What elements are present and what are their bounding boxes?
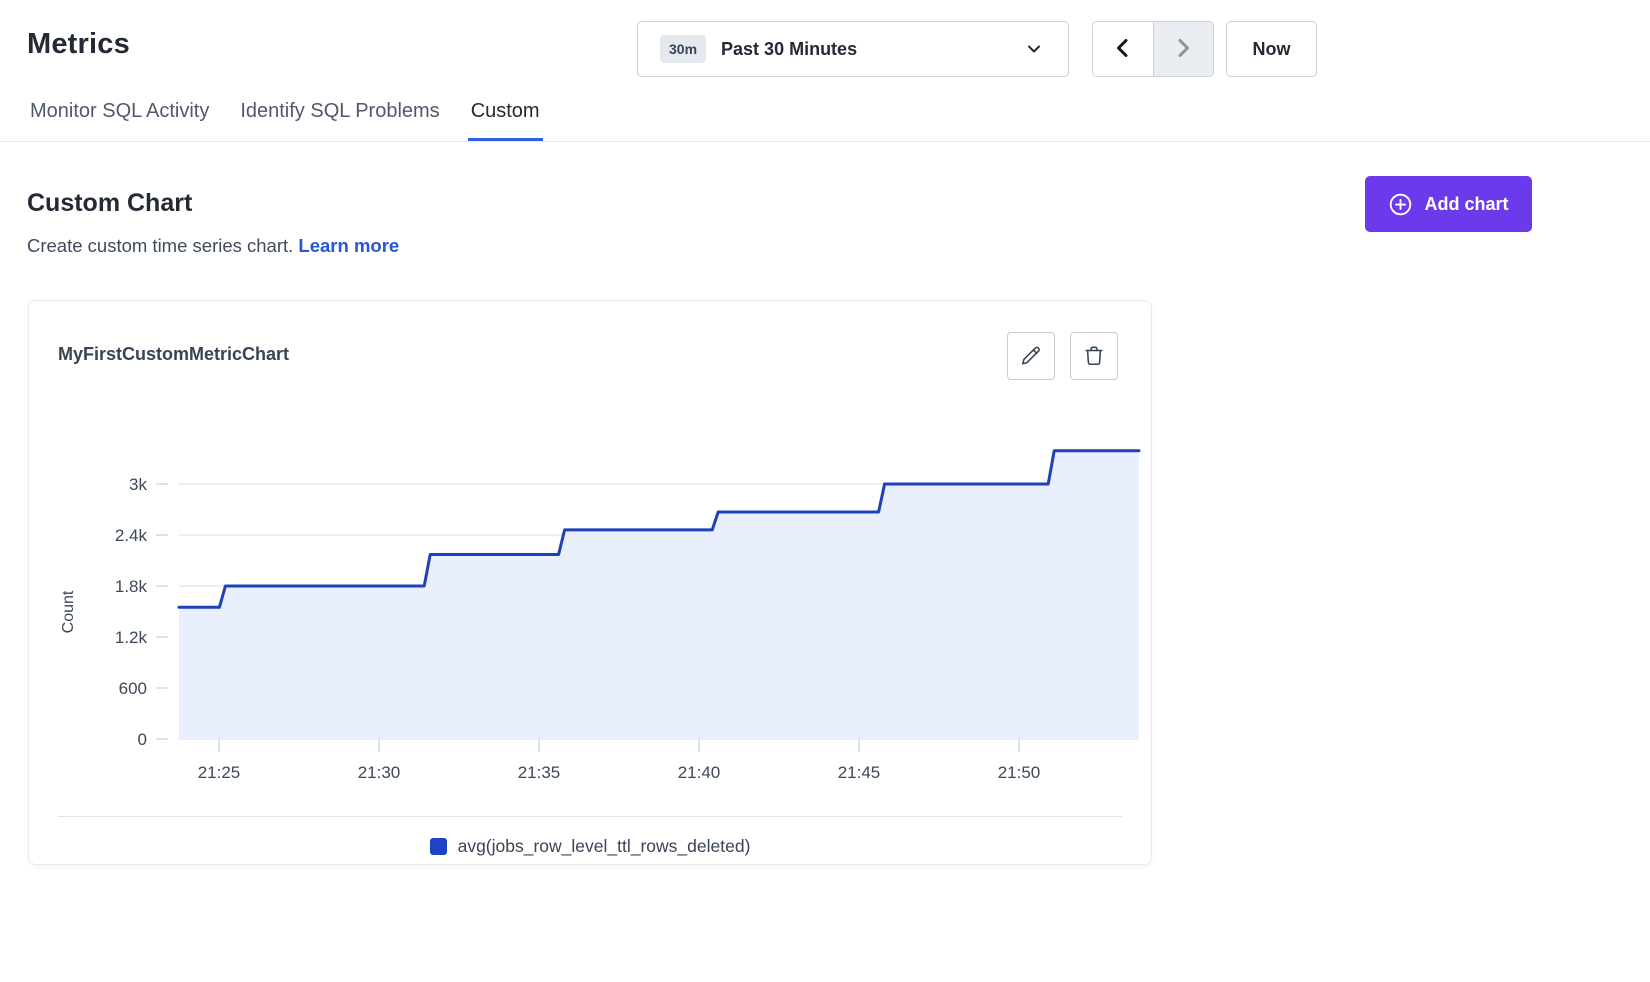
pencil-icon <box>1020 345 1042 367</box>
section-description: Create custom time series chart. Learn m… <box>27 235 1650 257</box>
top-bar: Metrics 30m Past 30 Minutes Now Monitor <box>0 0 1650 142</box>
tab-bar: Monitor SQL Activity Identify SQL Proble… <box>0 100 1650 142</box>
svg-text:21:40: 21:40 <box>678 763 721 782</box>
custom-chart-card: MyFirstCustomMetricChart 0 600 1.2k 1.8k 2.4… <box>28 300 1152 865</box>
page-title: Metrics <box>27 28 130 61</box>
time-range-label: Past 30 Minutes <box>721 39 857 60</box>
time-range-badge: 30m <box>660 35 706 63</box>
svg-text:21:45: 21:45 <box>838 763 881 782</box>
legend-swatch <box>430 838 447 855</box>
section-description-text: Create custom time series chart. <box>27 235 293 256</box>
tab-identify-sql-problems[interactable]: Identify SQL Problems <box>237 100 442 141</box>
svg-text:Count: Count <box>60 590 77 633</box>
custom-chart-section: Custom Chart Create custom time series c… <box>0 142 1650 257</box>
prev-interval-button[interactable] <box>1093 22 1153 76</box>
svg-text:21:50: 21:50 <box>998 763 1041 782</box>
chart-card-header: MyFirstCustomMetricChart <box>29 301 1151 380</box>
chart-title: MyFirstCustomMetricChart <box>58 332 289 365</box>
legend-label: avg(jobs_row_level_ttl_rows_deleted) <box>458 836 751 857</box>
time-range-select[interactable]: 30m Past 30 Minutes <box>637 21 1069 77</box>
time-nav-group <box>1092 21 1214 77</box>
svg-text:1.2k: 1.2k <box>115 628 148 647</box>
custom-metric-chart-svg: 0 600 1.2k 1.8k 2.4k 3k 21:25 21:30 21:35 21:40 21… <box>29 401 1153 793</box>
chart-actions <box>1007 332 1118 380</box>
svg-text:1.8k: 1.8k <box>115 577 148 596</box>
svg-text:0: 0 <box>138 730 147 749</box>
next-interval-button[interactable] <box>1153 22 1214 76</box>
svg-text:21:30: 21:30 <box>358 763 401 782</box>
chevron-down-icon <box>1025 40 1043 58</box>
svg-text:600: 600 <box>119 679 147 698</box>
now-button[interactable]: Now <box>1226 21 1317 77</box>
plus-circle-icon <box>1388 192 1413 217</box>
learn-more-link[interactable]: Learn more <box>298 235 399 256</box>
edit-chart-button[interactable] <box>1007 332 1055 380</box>
delete-chart-button[interactable] <box>1070 332 1118 380</box>
tab-monitor-sql-activity[interactable]: Monitor SQL Activity <box>27 100 212 141</box>
chevron-right-icon <box>1171 36 1195 63</box>
add-chart-button[interactable]: Add chart <box>1365 176 1532 232</box>
add-chart-button-label: Add chart <box>1424 194 1508 215</box>
chevron-left-icon <box>1111 36 1135 63</box>
svg-text:21:25: 21:25 <box>198 763 241 782</box>
chart-legend[interactable]: avg(jobs_row_level_ttl_rows_deleted) <box>29 817 1151 857</box>
metrics-page: Metrics 30m Past 30 Minutes Now Monitor <box>0 0 1650 982</box>
trash-icon <box>1083 345 1105 367</box>
chart-area: 0 600 1.2k 1.8k 2.4k 3k 21:25 21:30 21:35 21:40 21… <box>29 401 1151 798</box>
svg-text:21:35: 21:35 <box>518 763 561 782</box>
svg-text:3k: 3k <box>129 475 147 494</box>
tab-custom[interactable]: Custom <box>468 100 543 141</box>
svg-text:2.4k: 2.4k <box>115 526 148 545</box>
